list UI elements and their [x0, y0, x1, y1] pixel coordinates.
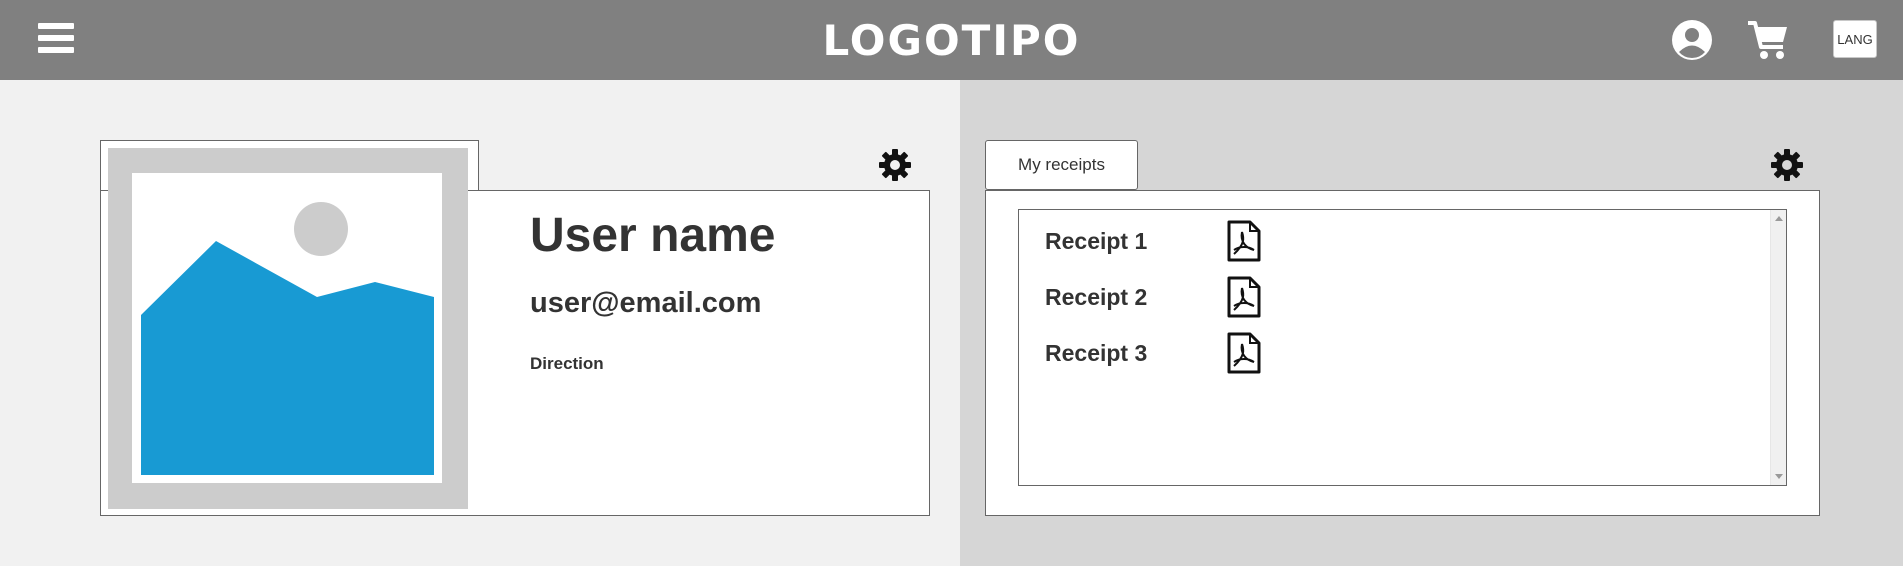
scroll-down-icon[interactable] — [1775, 474, 1783, 479]
receipt-label: Receipt 2 — [1045, 284, 1148, 310]
tab-my-receipts[interactable]: My receipts — [985, 140, 1138, 190]
user-email: user@email.com — [530, 287, 762, 319]
list-item: Receipt 2 — [1045, 276, 1445, 320]
user-name: User name — [530, 209, 776, 262]
user-icon[interactable] — [1671, 19, 1713, 61]
receipts-list[interactable]: Receipt 1 Receipt 2 Receipt 3 — [1018, 209, 1787, 486]
avatar — [108, 148, 468, 509]
pdf-icon[interactable] — [1226, 220, 1262, 262]
receipt-label: Receipt 1 — [1045, 228, 1148, 254]
scroll-up-icon[interactable] — [1775, 216, 1783, 221]
scrollbar[interactable] — [1770, 210, 1786, 485]
receipt-label: Receipt 3 — [1045, 340, 1148, 366]
top-bar: LOGOTIPO LANG — [0, 0, 1903, 80]
language-button[interactable]: LANG — [1833, 20, 1877, 58]
menu-icon[interactable] — [38, 23, 74, 57]
logo: LOGOTIPO — [822, 16, 1081, 65]
gear-icon[interactable] — [878, 148, 912, 182]
image-placeholder-icon — [132, 173, 442, 483]
user-direction: Direction — [530, 354, 604, 373]
pdf-icon[interactable] — [1226, 332, 1262, 374]
list-item: Receipt 3 — [1045, 332, 1445, 376]
gear-icon[interactable] — [1770, 148, 1804, 182]
pdf-icon[interactable] — [1226, 276, 1262, 318]
cart-icon[interactable] — [1746, 17, 1790, 61]
list-item: Receipt 1 — [1045, 220, 1445, 264]
